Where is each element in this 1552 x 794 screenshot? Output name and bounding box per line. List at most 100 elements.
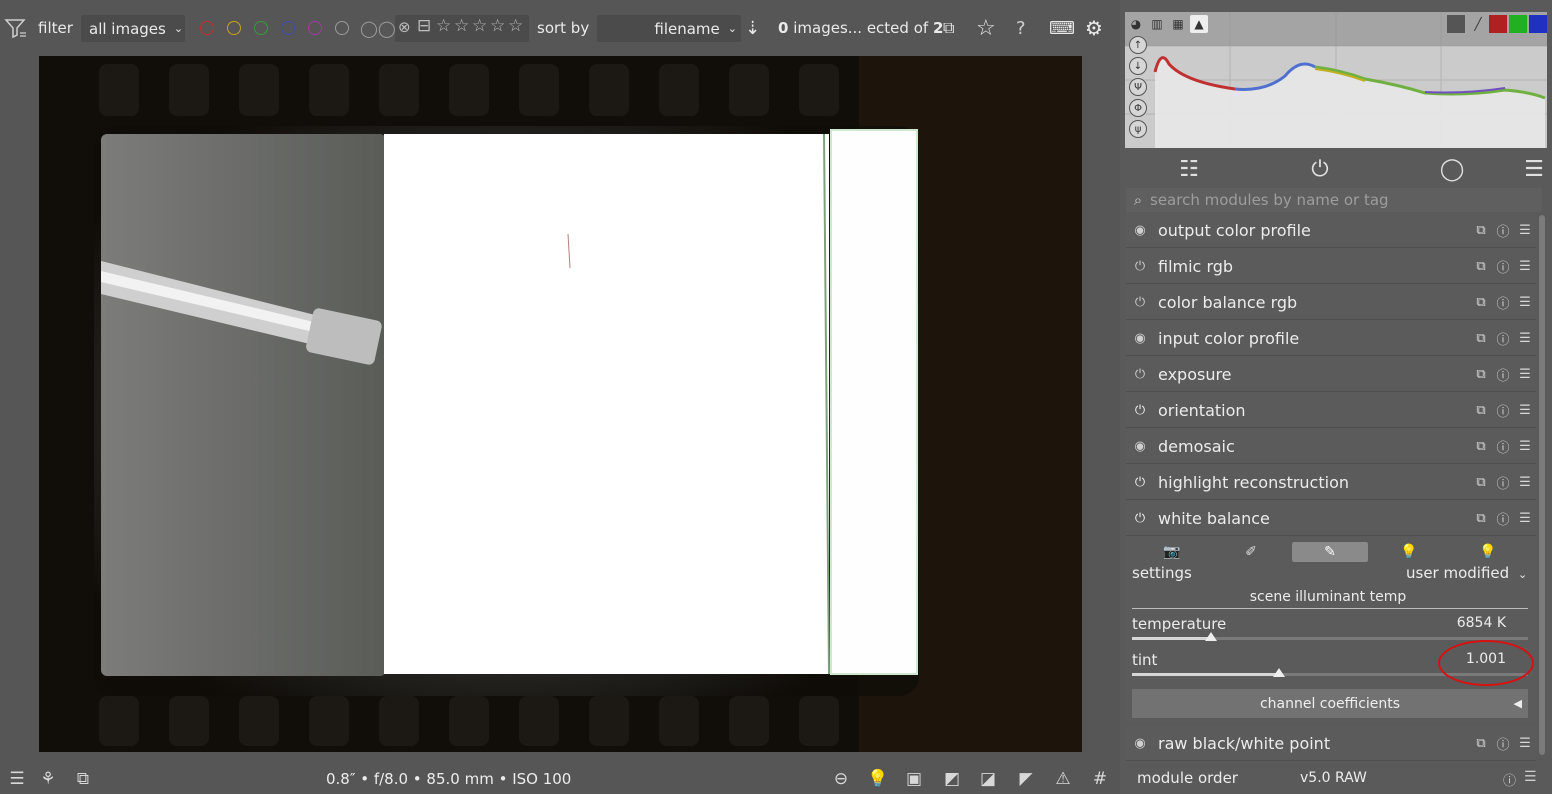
hamburger-menu-icon[interactable]: ☰: [6, 768, 28, 790]
focus-peaking-icon[interactable]: ⊖: [830, 768, 852, 790]
color-label-green-icon[interactable]: [254, 21, 268, 35]
presets-icon[interactable]: ☰: [1514, 403, 1536, 418]
color-label-red-icon[interactable]: [200, 21, 214, 35]
tone-ctrl-4-icon[interactable]: ψ: [1129, 120, 1147, 138]
green-channel-toggle[interactable]: [1509, 15, 1527, 33]
star-3-icon[interactable]: ☆: [472, 16, 487, 36]
histogram[interactable]: ◕ ▥ ▦ ▲ ╱ ↑ ↓ Ψ Φ ψ: [1125, 12, 1547, 148]
module-filmic-rgb[interactable]: ⏻ filmic rgb ⧉ ⓘ ☰: [1126, 249, 1536, 284]
module-power-icon[interactable]: ⏻: [1126, 367, 1154, 382]
keyboard-icon[interactable]: ⌨: [1049, 0, 1075, 56]
multi-instance-icon[interactable]: ⧉: [1470, 295, 1492, 310]
color-picker-icon[interactable]: ✐: [1213, 542, 1289, 562]
star-zero-icon[interactable]: ⊟: [417, 16, 431, 36]
module-input-color-profile[interactable]: ◉ input color profile ⧉ ⓘ ☰: [1126, 321, 1536, 356]
blue-channel-toggle[interactable]: [1529, 15, 1547, 33]
guides-icon[interactable]: #: [1089, 768, 1111, 790]
clipping-icon[interactable]: ◩: [941, 768, 963, 790]
tint-thumb[interactable]: [1272, 668, 1285, 677]
color-label-blue-icon[interactable]: [281, 21, 295, 35]
as-shot-to-reference-icon[interactable]: 💡: [1450, 542, 1526, 562]
sliders-icon[interactable]: ☷: [1175, 156, 1203, 182]
module-exposure[interactable]: ⏻ exposure ⧉ ⓘ ☰: [1126, 357, 1536, 392]
module-highlight-reconstruction[interactable]: ⏻ highlight reconstruction ⧉ ⓘ ☰: [1126, 465, 1536, 500]
module-color-balance-rgb[interactable]: ⏻ color balance rgb ⧉ ⓘ ☰: [1126, 285, 1536, 320]
waveform-icon[interactable]: ▥: [1148, 15, 1166, 33]
reset-icon[interactable]: ⓘ: [1492, 365, 1514, 384]
star-2-icon[interactable]: ☆: [454, 16, 469, 36]
gear-icon[interactable]: ⚙: [1085, 0, 1103, 56]
module-power-icon[interactable]: ⏻: [1126, 511, 1154, 526]
star-1-icon[interactable]: ☆: [436, 16, 451, 36]
raw-overexposed-icon[interactable]: ▣: [903, 768, 925, 790]
presets-icon[interactable]: ☰: [1514, 331, 1536, 346]
module-power-icon[interactable]: ◉: [1126, 736, 1154, 751]
styles-icon[interactable]: ⚘: [37, 768, 59, 790]
temperature-thumb[interactable]: [1205, 632, 1218, 641]
exposure-ctrl-icon[interactable]: ↑: [1129, 36, 1147, 54]
module-power-icon[interactable]: ◉: [1126, 439, 1154, 454]
star-overlay-icon[interactable]: ☆: [976, 0, 996, 56]
reset-icon[interactable]: ⓘ: [1492, 293, 1514, 312]
power-icon[interactable]: ⏻: [1306, 156, 1334, 182]
color-label-purple-icon[interactable]: [308, 21, 322, 35]
multi-instance-icon[interactable]: ⧉: [1470, 259, 1492, 274]
module-raw-black-white-point[interactable]: ◉ raw black/white point ⧉ ⓘ ☰: [1126, 726, 1536, 761]
module-demosaic[interactable]: ◉ demosaic ⧉ ⓘ ☰: [1126, 429, 1536, 464]
reset-icon[interactable]: ⓘ: [1492, 734, 1514, 753]
second-window-icon[interactable]: ⧉: [72, 768, 94, 790]
presets-icon[interactable]: ☰: [1514, 295, 1536, 310]
color-assessment-icon[interactable]: 💡: [867, 768, 889, 790]
presets-icon[interactable]: ☰: [1514, 475, 1536, 490]
star-4-icon[interactable]: ☆: [490, 16, 505, 36]
multi-instance-icon[interactable]: ⧉: [1470, 403, 1492, 418]
user-modified-icon[interactable]: ✎: [1292, 542, 1368, 562]
reset-icon[interactable]: ⓘ: [1492, 329, 1514, 348]
sort-order-icon[interactable]: ⇣: [745, 0, 760, 56]
presets-icon[interactable]: ☰: [1514, 736, 1536, 751]
multi-instance-icon[interactable]: ⧉: [1470, 736, 1492, 751]
scrollbar-thumb[interactable]: [1539, 215, 1545, 755]
reset-icon[interactable]: ⓘ: [1492, 509, 1514, 528]
multi-instance-icon[interactable]: ⧉: [1470, 331, 1492, 346]
star-5-icon[interactable]: ☆: [508, 16, 523, 36]
module-power-icon[interactable]: ◉: [1126, 223, 1154, 238]
color-label-yellow-icon[interactable]: [227, 21, 241, 35]
histogram-mode-icon[interactable]: ◕: [1127, 15, 1145, 33]
histogram-linear-icon[interactable]: ╱: [1469, 15, 1487, 33]
camera-reference-icon[interactable]: 💡: [1371, 542, 1447, 562]
tone-ctrl-1-icon[interactable]: ↓: [1129, 57, 1147, 75]
multi-instance-icon[interactable]: ⧉: [1470, 511, 1492, 526]
vectorscope-icon[interactable]: ▲: [1190, 15, 1208, 33]
grouping-icon[interactable]: ⧉: [943, 0, 954, 56]
collection-dropdown[interactable]: all images ⌄: [81, 15, 185, 42]
module-search[interactable]: ⌕ search modules by name or tag: [1126, 188, 1542, 212]
reset-icon[interactable]: ⓘ: [1492, 437, 1514, 456]
multi-instance-icon[interactable]: ⧉: [1470, 367, 1492, 382]
color-label-none-icon[interactable]: [335, 21, 349, 35]
module-scrollbar[interactable]: [1539, 215, 1545, 755]
module-power-icon[interactable]: ⏻: [1126, 295, 1154, 310]
module-power-icon[interactable]: ◉: [1126, 331, 1154, 346]
warning-icon[interactable]: ⚠: [1052, 768, 1074, 790]
presets-menu-icon[interactable]: ☰: [1520, 156, 1548, 182]
camera-icon[interactable]: 📷: [1134, 542, 1210, 562]
reset-icon[interactable]: ⓘ: [1492, 257, 1514, 276]
rgb-parade-icon[interactable]: ▦: [1169, 15, 1187, 33]
multi-instance-icon[interactable]: ⧉: [1470, 439, 1492, 454]
reset-icon[interactable]: ⓘ: [1503, 770, 1516, 789]
reset-icon[interactable]: ⓘ: [1492, 221, 1514, 240]
reset-icon[interactable]: ⓘ: [1492, 473, 1514, 492]
multi-instance-icon[interactable]: ⧉: [1470, 223, 1492, 238]
reset-icon[interactable]: ⓘ: [1492, 401, 1514, 420]
presets-icon[interactable]: ☰: [1524, 769, 1537, 785]
channel-coefficients-section[interactable]: channel coefficients ◀: [1132, 689, 1528, 718]
image-preview[interactable]: [39, 56, 1082, 752]
multi-instance-icon[interactable]: ⧉: [1470, 475, 1492, 490]
presets-icon[interactable]: ☰: [1514, 367, 1536, 382]
sort-dropdown[interactable]: filename ⌄: [597, 15, 741, 42]
gamut-check-icon[interactable]: ◤: [1015, 768, 1037, 790]
presets-icon[interactable]: ☰: [1514, 439, 1536, 454]
tone-ctrl-2-icon[interactable]: Ψ: [1129, 78, 1147, 96]
preset-dropdown[interactable]: user modified ⌄: [1406, 564, 1527, 582]
